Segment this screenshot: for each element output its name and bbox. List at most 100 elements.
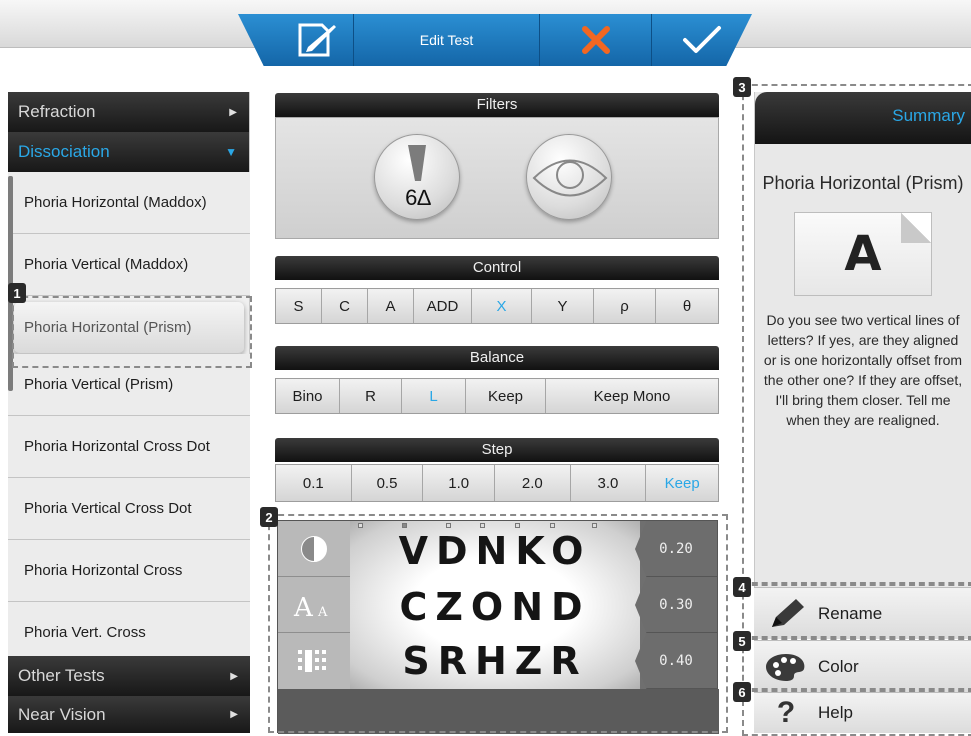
summary-title: Phoria Horizontal (Prism) (762, 173, 964, 193)
test-sidebar: Refraction ▶ Dissociation ▼ Phoria Horiz… (8, 92, 250, 733)
test-letter: A (844, 226, 882, 282)
control-header: Control (275, 256, 719, 280)
color-button[interactable]: Color (754, 640, 971, 692)
font-size-button[interactable]: A A (278, 577, 350, 633)
test-item[interactable]: Phoria Horizontal (Maddox) (8, 172, 250, 234)
rename-label: Rename (818, 603, 883, 623)
edit-icon (298, 23, 336, 57)
svg-text:A: A (317, 605, 328, 620)
category-refraction[interactable]: Refraction ▶ (8, 92, 249, 132)
close-icon (581, 26, 610, 54)
line-marker (446, 523, 451, 528)
summary-panel: Summary Phoria Horizontal (Prism) A Do y… (754, 92, 971, 587)
category-near-vision[interactable]: Near Vision ▶ (8, 696, 250, 733)
chevron-down-icon: ▼ (225, 145, 237, 159)
category-label: Dissociation (18, 142, 110, 161)
test-item[interactable]: Phoria Vertical (Prism) (8, 354, 250, 416)
chevron-right-icon: ▶ (230, 670, 238, 682)
edit-icon-button[interactable] (238, 14, 354, 66)
eye-filter-button[interactable] (526, 134, 612, 220)
callout-badge-5: 5 (733, 631, 751, 651)
rename-button[interactable]: Rename (754, 587, 971, 639)
page-fold-icon (901, 213, 931, 243)
test-item[interactable]: Phoria Horizontal Cross (8, 540, 250, 602)
test-item[interactable]: Phoria Vert. Cross (8, 602, 250, 664)
balance-r-button[interactable]: R (340, 379, 402, 413)
step-header: Step (275, 438, 719, 462)
step-button-row: 0.1 0.5 1.0 2.0 3.0 Keep (275, 464, 719, 502)
callout-badge-4: 4 (733, 577, 751, 597)
balance-bino-button[interactable]: Bino (276, 379, 340, 413)
control-theta-button[interactable]: θ (656, 289, 718, 323)
balance-keep-mono-button[interactable]: Keep Mono (546, 379, 718, 413)
control-c-button[interactable]: C (322, 289, 368, 323)
test-item[interactable]: Phoria Horizontal Cross Dot (8, 416, 250, 478)
line-marker (592, 523, 597, 528)
category-dissociation[interactable]: Dissociation ▼ (8, 132, 249, 172)
filters-header: Filters (275, 93, 719, 117)
step-3-0-button[interactable]: 3.0 (571, 465, 647, 501)
color-label: Color (818, 656, 859, 676)
cancel-button[interactable] (540, 14, 652, 66)
contrast-icon (301, 535, 327, 562)
pencil-icon (764, 597, 808, 631)
filters-panel: 6∆ (275, 117, 719, 239)
step-0-5-button[interactable]: 0.5 (352, 465, 424, 501)
summary-instructions: Do you see two vertical lines of letters… (763, 312, 963, 428)
eye-icon (532, 159, 608, 197)
control-a-button[interactable]: A (368, 289, 414, 323)
test-letter-card: A (794, 212, 932, 296)
step-keep-button[interactable]: Keep (646, 465, 718, 501)
category-other-tests[interactable]: Other Tests ▶ (8, 656, 250, 696)
step-1-0-button[interactable]: 1.0 (423, 465, 495, 501)
prism-value: 6∆ (405, 185, 431, 210)
grid-icon (298, 650, 326, 672)
category-label: Other Tests (18, 666, 105, 685)
prism-filter-button[interactable]: 6∆ (374, 134, 460, 220)
line-marker (550, 523, 555, 528)
optotype-row: CZOND (399, 585, 591, 629)
balance-keep-button[interactable]: Keep (466, 379, 546, 413)
line-marker (402, 523, 407, 528)
callout-badge-3: 3 (733, 77, 751, 97)
category-label: Refraction (18, 102, 96, 121)
control-add-button[interactable]: ADD (414, 289, 472, 323)
control-rho-button[interactable]: ρ (594, 289, 656, 323)
help-icon: ? (776, 696, 796, 729)
control-y-button[interactable]: Y (532, 289, 594, 323)
acuity-value[interactable]: 0.30 (635, 577, 717, 633)
test-item[interactable]: Phoria Vertical (Maddox) (8, 234, 250, 296)
optotype-chart-panel: A A VDNKO CZOND SRHZR 0.20 0.30 0.40 (277, 520, 719, 734)
control-s-button[interactable]: S (276, 289, 322, 323)
confirm-button[interactable] (652, 14, 752, 66)
control-x-button[interactable]: X (472, 289, 532, 323)
callout-badge-2: 2 (260, 507, 278, 527)
chart-tools: A A (278, 521, 350, 689)
chart-footer (278, 689, 719, 734)
callout-badge-6: 6 (733, 682, 751, 702)
test-item[interactable]: Phoria Vertical Cross Dot (8, 478, 250, 540)
top-toolbar: Edit Test (238, 14, 752, 66)
step-0-1-button[interactable]: 0.1 (276, 465, 352, 501)
line-marker (515, 523, 520, 528)
balance-l-button[interactable]: L (402, 379, 466, 413)
test-list: Phoria Horizontal (Maddox) Phoria Vertic… (8, 172, 250, 664)
category-label: Near Vision (18, 704, 106, 724)
grid-button[interactable] (278, 633, 350, 689)
acuity-value[interactable]: 0.20 (635, 521, 717, 577)
contrast-button[interactable] (278, 521, 350, 577)
line-marker (358, 523, 363, 528)
checkmark-icon (683, 26, 721, 53)
font-size-icon: A A (293, 593, 328, 620)
palette-icon (764, 652, 808, 682)
test-item-selected[interactable]: Phoria Horizontal (Prism) (14, 302, 244, 354)
acuity-value[interactable]: 0.40 (635, 633, 717, 689)
svg-text:A: A (293, 593, 314, 620)
chevron-right-icon: ▶ (230, 709, 238, 720)
prism-icon (408, 145, 426, 181)
optotype-row: SRHZR (402, 639, 588, 683)
step-2-0-button[interactable]: 2.0 (495, 465, 571, 501)
help-button[interactable]: ? Help (754, 692, 971, 733)
balance-header: Balance (275, 346, 719, 370)
summary-header: Summary (755, 92, 971, 144)
